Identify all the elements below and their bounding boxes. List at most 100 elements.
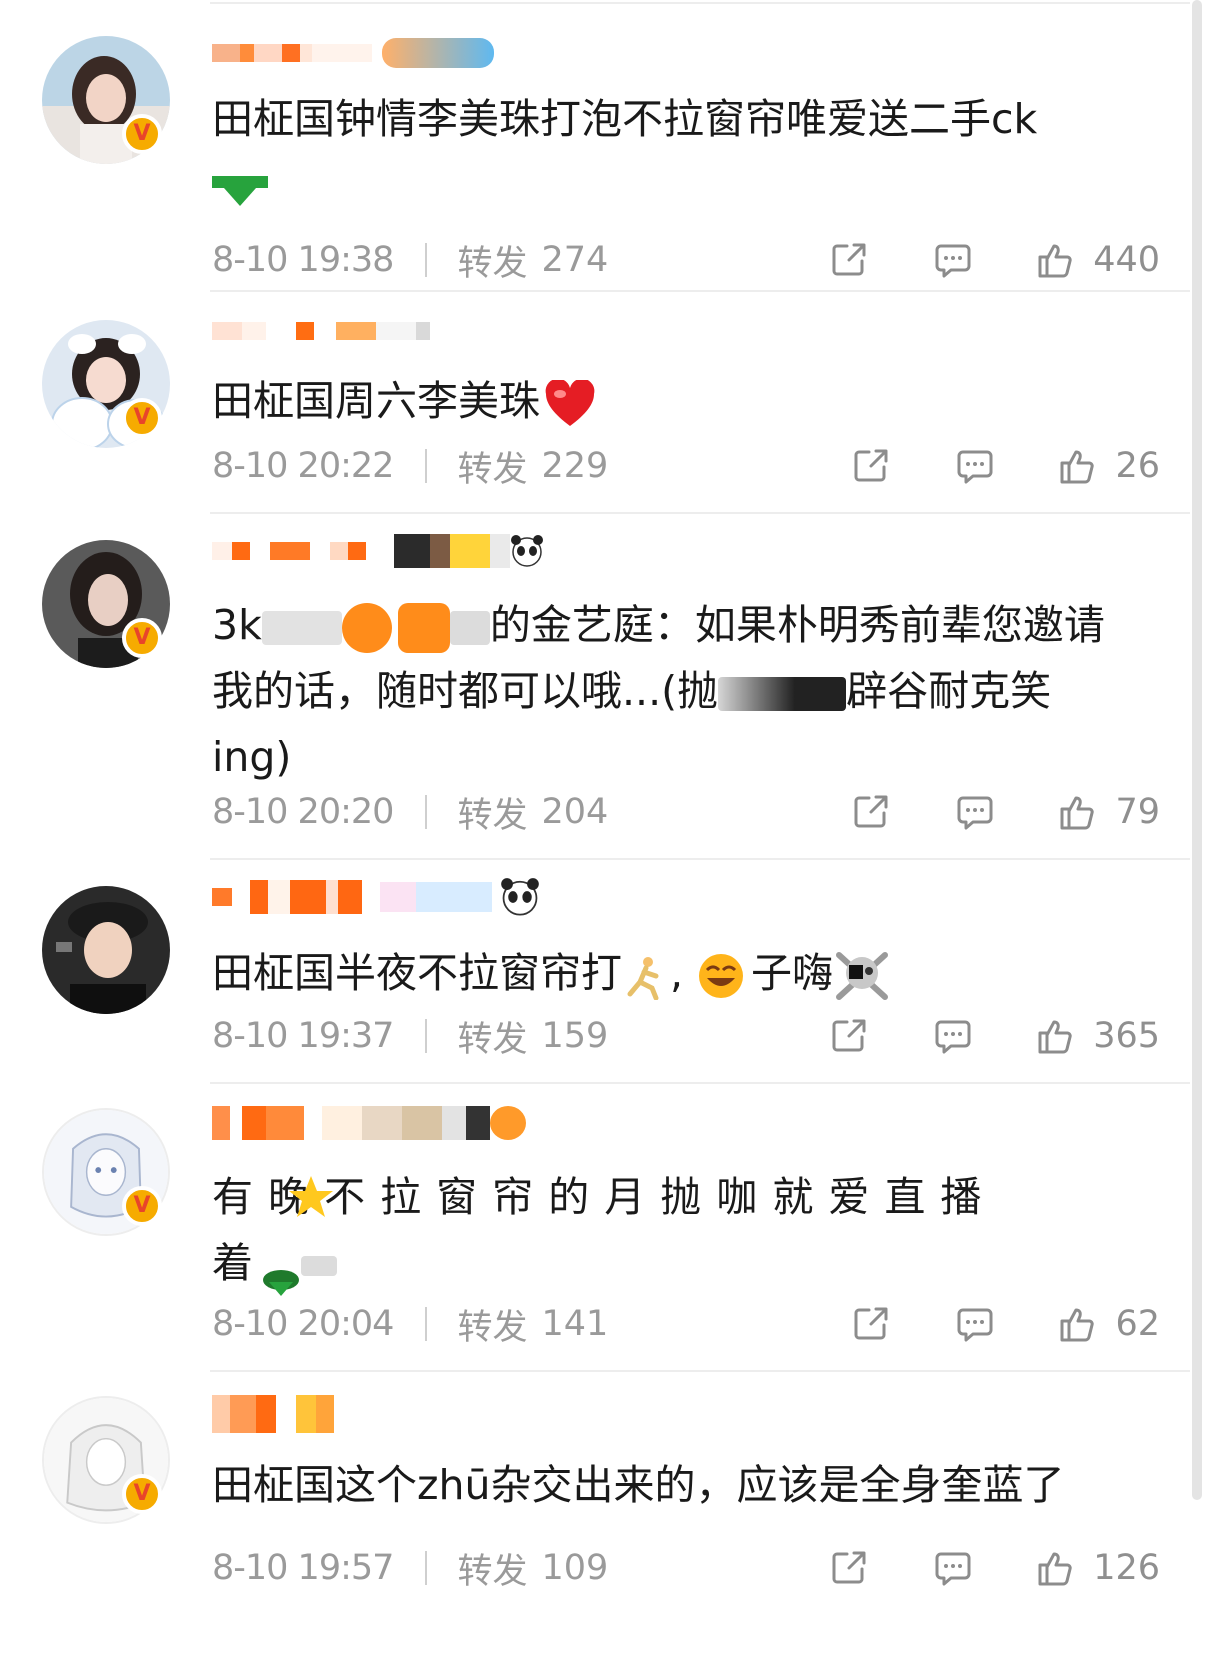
- comment-item: V 3k 的金艺庭：如果朴明秀前辈您邀请 我的话，随时都可以哦...(抛 辟谷耐克笑…: [0, 512, 1190, 858]
- username-obscured[interactable]: [212, 1394, 334, 1434]
- repost-count: 229: [541, 446, 609, 486]
- skull-emoji: [833, 951, 891, 1001]
- like-icon[interactable]: [1057, 1304, 1097, 1344]
- scrollbar[interactable]: [1192, 0, 1202, 1500]
- panda-emoji: [510, 534, 544, 568]
- actions: 126: [829, 1546, 1160, 1590]
- comment-icon[interactable]: [955, 792, 995, 832]
- meta-separator: [425, 795, 428, 829]
- username-obscured[interactable]: [212, 534, 544, 568]
- comment-text: 田柾国这个zhū杂交出来的，应该是全身奎蓝了: [212, 1461, 1065, 1509]
- like-icon[interactable]: [1057, 446, 1097, 486]
- like-icon[interactable]: [1035, 1548, 1075, 1588]
- meta-row: 8-10 19:57 转发 109 126: [212, 1546, 1160, 1592]
- like-count: 365: [1093, 1016, 1160, 1056]
- comment-item: V 有 晚 不 拉 窗 帘 的 月 抛 咖 就 爱 直 播 着 8-10 20:…: [0, 1082, 1190, 1370]
- share-icon[interactable]: [851, 446, 891, 486]
- green-arrow-emoji: [212, 176, 268, 206]
- comment-icon[interactable]: [933, 240, 973, 280]
- divider: [210, 512, 1190, 514]
- repost-label[interactable]: 转发: [457, 1543, 527, 1594]
- repost-label[interactable]: 转发: [457, 441, 527, 492]
- comment-item: V 田柾国周六李美珠 8-10 20:22 转发 229 26: [0, 290, 1190, 512]
- heart-emoji: [544, 378, 596, 428]
- comment-item: V 田柾国这个zhū杂交出来的，应该是全身奎蓝了 8-10 19:57 转发 1…: [0, 1370, 1190, 1669]
- username-obscured[interactable]: [212, 314, 430, 348]
- meta-separator: [425, 449, 428, 483]
- verified-badge: V: [122, 618, 162, 658]
- meta-row: 8-10 19:38 转发 274 440: [212, 238, 1160, 284]
- divider: [210, 2, 1190, 4]
- verified-badge: V: [122, 114, 162, 154]
- username-obscured[interactable]: [212, 877, 540, 917]
- share-icon[interactable]: [829, 1548, 869, 1588]
- like-icon[interactable]: [1035, 1016, 1075, 1056]
- comment-icon[interactable]: [955, 1304, 995, 1344]
- comment-icon[interactable]: [955, 446, 995, 486]
- timestamp: 8-10 20:20: [212, 792, 394, 832]
- divider: [210, 858, 1190, 860]
- meta-row: 8-10 20:20 转发 204 79: [212, 790, 1160, 836]
- repost-label[interactable]: 转发: [457, 1011, 527, 1062]
- fox-emoji: [490, 1106, 526, 1140]
- avatar[interactable]: [42, 886, 170, 1014]
- share-icon[interactable]: [851, 792, 891, 832]
- username-obscured[interactable]: [212, 36, 494, 70]
- meta-separator: [425, 243, 428, 277]
- running-emoji: [622, 953, 670, 1001]
- comment-text: 田柾国周六李美珠: [212, 368, 1172, 434]
- timestamp: 8-10 20:04: [212, 1304, 394, 1344]
- repost-count: 109: [541, 1548, 609, 1588]
- divider: [210, 1082, 1190, 1084]
- orange-badge-emoji: [397, 603, 450, 653]
- meta-separator: [425, 1019, 428, 1053]
- obscured-text: [718, 677, 847, 711]
- comment-text: 田柾国钟情李美珠打泡不拉窗帘唯爱送二手ck: [212, 95, 1038, 143]
- obscured-text: [449, 611, 490, 645]
- repost-label[interactable]: 转发: [457, 787, 527, 838]
- like-count: 62: [1115, 1304, 1160, 1344]
- laughing-emoji: [697, 952, 745, 1000]
- divider: [210, 290, 1190, 292]
- green-arrow-emoji: [261, 1251, 301, 1296]
- actions: 79: [851, 790, 1160, 834]
- timestamp: 8-10 19:57: [212, 1548, 394, 1588]
- verified-badge: V: [122, 1474, 162, 1514]
- comment-text: 田柾国半夜不拉窗帘打, 子嗨: [212, 940, 1172, 1006]
- repost-count: 141: [541, 1304, 609, 1344]
- repost-count: 204: [541, 792, 609, 832]
- meta-separator: [425, 1551, 428, 1585]
- share-icon[interactable]: [829, 240, 869, 280]
- star-emoji: [288, 1174, 334, 1220]
- comment-icon[interactable]: [933, 1016, 973, 1056]
- like-count: 79: [1115, 792, 1160, 832]
- share-icon[interactable]: [829, 1016, 869, 1056]
- username-obscured[interactable]: [212, 1106, 526, 1140]
- like-icon[interactable]: [1057, 792, 1097, 832]
- comment-item: 田柾国半夜不拉窗帘打, 子嗨 8-10 19:37 转发 159 365: [0, 858, 1190, 1082]
- panda-emoji: [500, 877, 540, 917]
- timestamp: 8-10 19:38: [212, 240, 394, 280]
- meta-row: 8-10 19:37 转发 159 365: [212, 1014, 1160, 1060]
- meta-row: 8-10 20:04 转发 141 62: [212, 1302, 1160, 1348]
- divider: [210, 1370, 1190, 1372]
- like-count: 26: [1115, 446, 1160, 486]
- repost-count: 159: [541, 1016, 609, 1056]
- obscured-text: [301, 1256, 337, 1276]
- comment-icon[interactable]: [933, 1548, 973, 1588]
- repost-label[interactable]: 转发: [457, 1299, 527, 1350]
- comment-text: 3k 的金艺庭：如果朴明秀前辈您邀请 我的话，随时都可以哦...(抛 辟谷耐克笑 i…: [212, 601, 1105, 781]
- repost-label[interactable]: 转发: [457, 235, 527, 286]
- level-badge-icon: [382, 38, 494, 68]
- timestamp: 8-10 20:22: [212, 446, 394, 486]
- verified-badge: V: [122, 1186, 162, 1226]
- actions: 62: [851, 1302, 1160, 1346]
- share-icon[interactable]: [851, 1304, 891, 1344]
- timestamp: 8-10 19:37: [212, 1016, 394, 1056]
- like-icon[interactable]: [1035, 240, 1075, 280]
- comment-text: 有 晚 不 拉 窗 帘 的 月 抛 咖 就 爱 直 播 着: [212, 1164, 1172, 1296]
- meta-separator: [425, 1307, 428, 1341]
- meta-row: 8-10 20:22 转发 229 26: [212, 444, 1160, 490]
- actions: 26: [851, 444, 1160, 488]
- orange-badge-emoji: [341, 603, 392, 653]
